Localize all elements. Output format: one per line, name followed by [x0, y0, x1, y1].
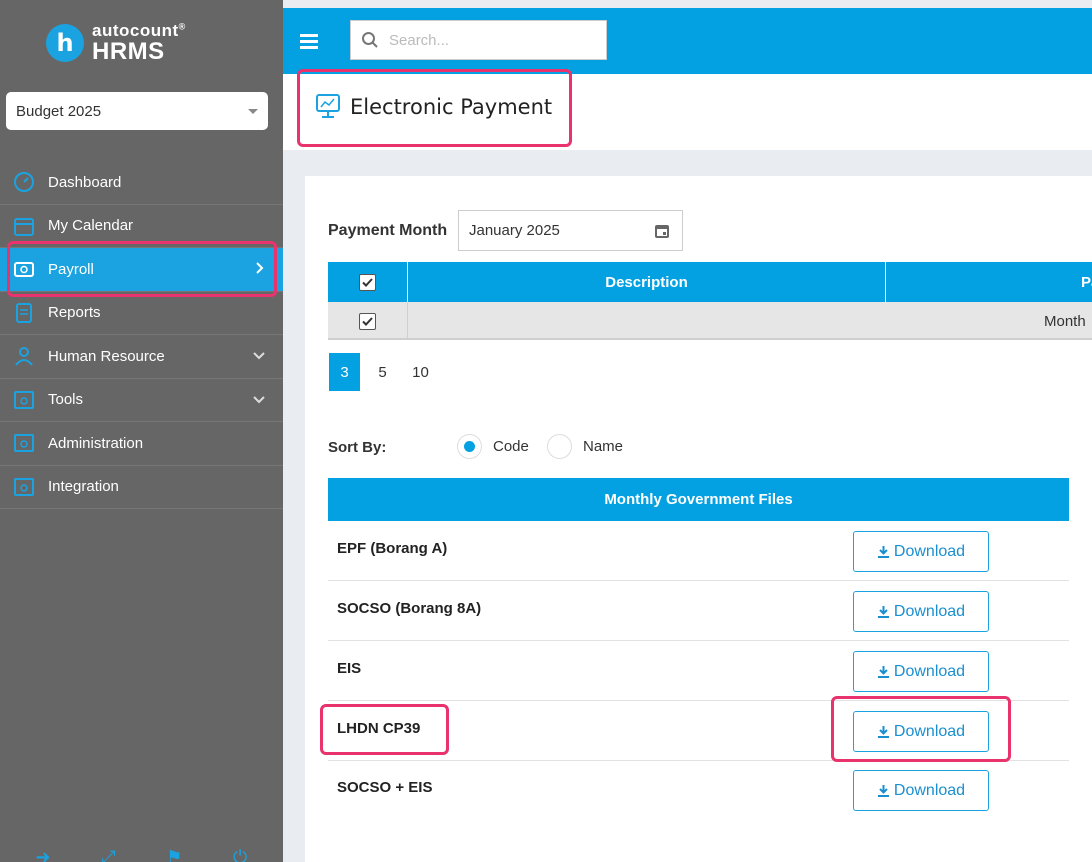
payment-month-label: Payment Month [328, 222, 448, 239]
download-button[interactable]: Download [853, 531, 989, 572]
fullscreen-icon[interactable]: ⤢ [99, 848, 119, 862]
power-icon[interactable]: ⏻ [230, 848, 250, 862]
sidebar-item-label: Tools [48, 391, 84, 409]
administration-icon [12, 432, 36, 454]
download-label: Download [893, 722, 966, 740]
payroll-icon [12, 258, 36, 280]
download-label: Download [893, 781, 966, 799]
list-item: SOCSO + EIS Download [328, 760, 1069, 820]
tools-icon [12, 389, 36, 411]
gov-files-header: Monthly Government Files [328, 478, 1069, 521]
page-title: Electronic Payment [350, 95, 553, 119]
sort-name-radio[interactable] [547, 434, 572, 459]
download-button[interactable]: Download [853, 651, 989, 692]
sidebar-item-tools[interactable]: Tools [0, 379, 283, 422]
page-header: Electronic Payment [283, 74, 1092, 150]
chevron-right-icon [255, 261, 265, 277]
gov-file-name: LHDN CP39 [337, 720, 421, 737]
company-selector[interactable]: Budget 2025 [6, 92, 268, 130]
search-input[interactable] [389, 31, 589, 49]
sidebar-footer: ➜ ⤢ ⚑ ⏻ [0, 842, 283, 862]
page-size-option[interactable]: 3 [329, 353, 360, 391]
hamburger-menu-icon[interactable] [300, 34, 318, 52]
sort-by-label: Sort By: [328, 439, 387, 456]
sidebar-item-human-resource[interactable]: Human Resource [0, 335, 283, 379]
caret-down-icon [248, 108, 258, 114]
sidebar-item-dashboard[interactable]: Dashboard [0, 161, 283, 205]
sidebar-item-label: Dashboard [48, 173, 122, 191]
gov-file-name: SOCSO (Borang 8A) [337, 600, 482, 617]
logout-icon[interactable]: ➜ [33, 848, 53, 862]
sidebar-item-reports[interactable]: Reports [0, 292, 283, 335]
page-size-option[interactable]: 5 [367, 353, 398, 391]
list-item: LHDN CP39 Download [328, 701, 1069, 761]
gov-file-name: EIS [337, 660, 362, 677]
reports-icon [12, 302, 36, 324]
column-header-payment: Pa [1081, 273, 1092, 291]
sidebar-item-integration[interactable]: Integration [0, 466, 283, 509]
row-payment-cell: Month [1044, 312, 1086, 330]
download-label: Download [893, 662, 966, 680]
download-button[interactable]: Download [853, 770, 989, 811]
sidebar-item-my-calendar[interactable]: My Calendar [0, 205, 283, 248]
list-item: SOCSO (Borang 8A) Download [328, 581, 1069, 641]
sidebar-item-label: Payroll [48, 260, 94, 278]
dashboard-icon [12, 171, 36, 193]
download-icon [877, 666, 889, 678]
logo-registered-mark: ® [178, 21, 186, 32]
sidebar-item-label: Reports [48, 304, 101, 322]
select-all-checkbox[interactable] [359, 273, 376, 291]
company-selector-value: Budget 2025 [16, 102, 102, 120]
payment-table-header: Description Pa [328, 262, 1092, 302]
sidebar-nav: Dashboard My Calendar Payroll Reports Hu… [0, 161, 283, 509]
gov-file-name: EPF (Borang A) [337, 540, 448, 557]
sort-code-radio[interactable] [457, 434, 482, 459]
sort-code-label[interactable]: Code [493, 438, 529, 455]
sidebar-item-payroll[interactable]: Payroll [0, 248, 283, 292]
integration-icon [12, 476, 36, 498]
payment-month-value: January 2025 [469, 222, 560, 239]
download-icon [877, 606, 889, 618]
chevron-down-icon [253, 348, 265, 364]
sidebar: h autocount® HRMS Budget 2025 Dashboard … [0, 0, 283, 862]
row-checkbox[interactable] [359, 312, 376, 330]
sidebar-item-administration[interactable]: Administration [0, 422, 283, 466]
page-size-option[interactable]: 10 [405, 353, 436, 391]
page-size-selector: 3 5 10 [329, 353, 443, 391]
download-icon [877, 546, 889, 558]
gov-file-name: SOCSO + EIS [337, 779, 433, 796]
payment-month-picker[interactable]: January 2025 [458, 210, 683, 251]
download-icon [877, 785, 889, 797]
download-icon [877, 726, 889, 738]
calendar-icon [12, 215, 36, 237]
list-item: EIS Download [328, 641, 1069, 701]
list-item: EPF (Borang A) Download [328, 521, 1069, 581]
download-label: Download [893, 542, 966, 560]
sidebar-item-label: Human Resource [48, 347, 165, 365]
calendar-icon[interactable] [654, 223, 670, 239]
logo-mark: h [46, 24, 84, 62]
download-button[interactable]: Download [853, 591, 989, 632]
human-resource-icon [12, 345, 36, 367]
sidebar-item-label: Administration [48, 434, 144, 452]
download-button[interactable]: Download [853, 711, 989, 752]
search-box[interactable] [350, 20, 607, 60]
logo-name-bottom: HRMS [92, 38, 165, 65]
app-logo[interactable]: h autocount® HRMS [46, 22, 186, 64]
top-bar [283, 8, 1092, 74]
sort-name-label[interactable]: Name [583, 438, 623, 455]
sidebar-item-label: Integration [48, 478, 119, 496]
table-row[interactable]: Month [328, 302, 1092, 340]
search-icon [362, 32, 378, 48]
column-header-description: Description [408, 262, 886, 302]
electronic-payment-icon [316, 94, 340, 118]
language-icon[interactable]: ⚑ [164, 848, 184, 862]
download-label: Download [893, 602, 966, 620]
sidebar-item-label: My Calendar [48, 217, 134, 235]
chevron-down-icon [253, 392, 265, 408]
